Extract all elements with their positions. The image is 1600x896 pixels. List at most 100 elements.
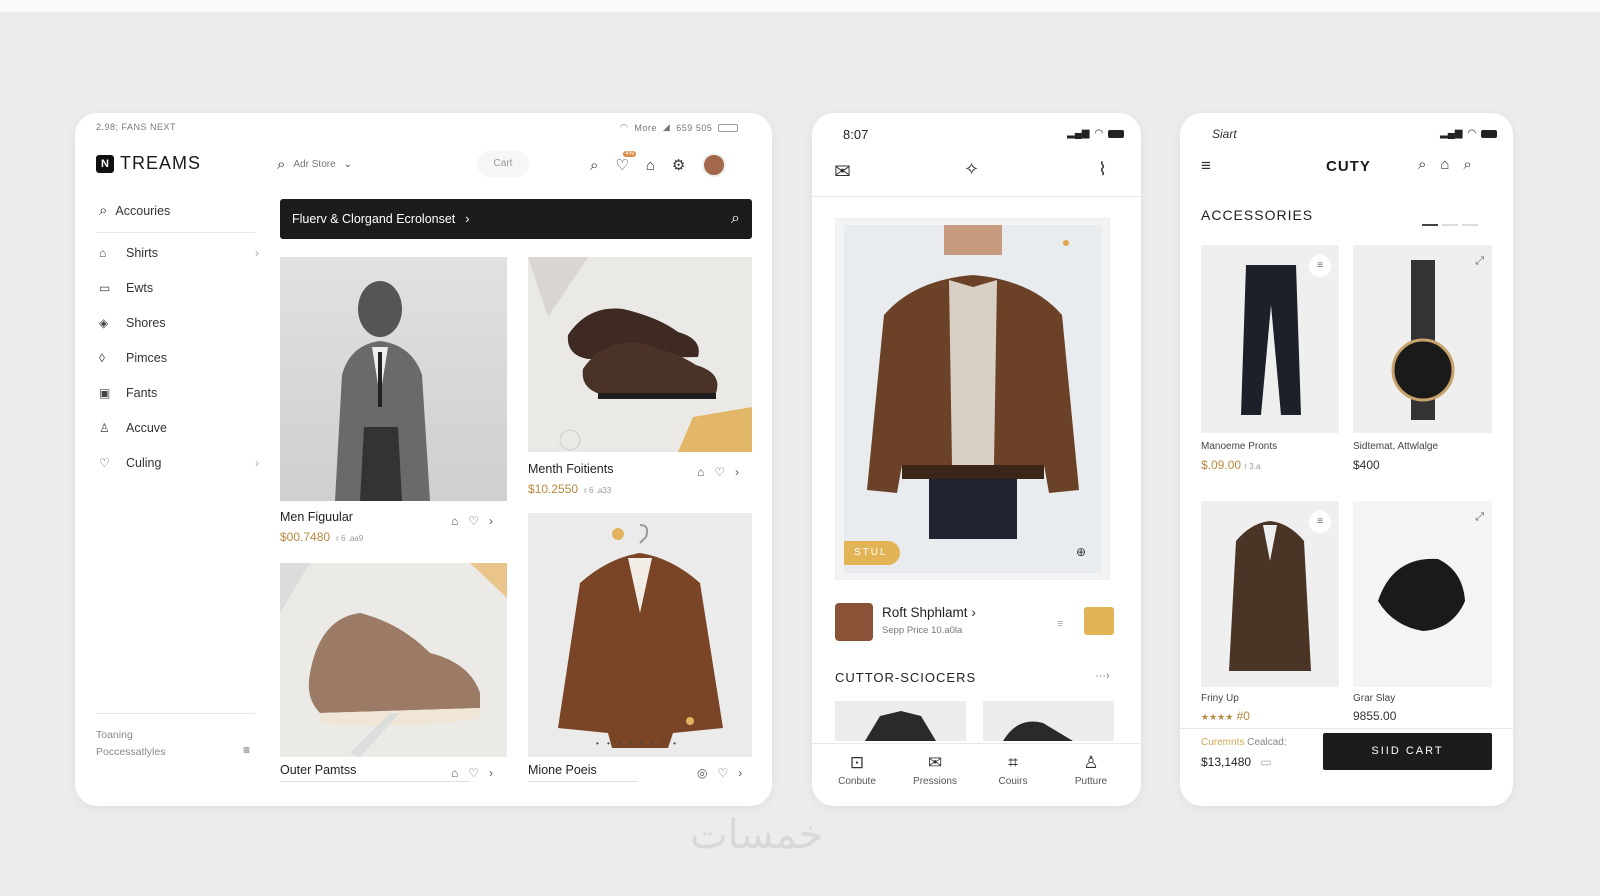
chevron-right-icon[interactable]: › [735,465,739,479]
hero-product[interactable]: STUL ⊕ [835,218,1110,580]
menu-icon[interactable]: ≡ [243,743,250,757]
menu-icon[interactable]: ≡ [1201,156,1211,176]
thumb-shoe[interactable] [983,701,1114,741]
section-pager[interactable] [1418,213,1478,231]
item-thumbnail[interactable] [835,603,873,641]
signal-icon: ▂▄▆ [1067,128,1090,139]
cart-chip[interactable]: Cart [477,151,529,177]
product-name[interactable]: Manoeme Pronts [1201,441,1277,452]
sidebar-footer-divider [96,713,255,714]
item-name-text: Roft Shphlamt [882,605,968,620]
phone2-card: Siart ▂▄▆ ◠ ≡ CUTY ⌕ ⌂ ⌕ ACCESSORIES ≡ ⤢ Ma… [1180,113,1513,806]
sidebar-item-shirts[interactable]: ⌂ Shirts › [99,246,259,260]
search-icon[interactable]: ⌕ [590,157,598,174]
product-name[interactable]: Men Figuular [280,510,353,524]
bag-icon[interactable]: ⌂ [1440,156,1449,173]
tab-pressions[interactable]: ✉ Pressions [900,753,970,787]
list-icon[interactable]: ≡ [1309,255,1331,277]
wishlist-icon[interactable]: ♡ [717,766,728,780]
sidebar-item-ewts[interactable]: ▭ Ewts [99,281,259,295]
search-icon[interactable]: ⌕ [731,210,740,228]
brand-logo-icon: N [96,154,114,173]
expand-icon[interactable]: ⤢ [1475,255,1484,268]
layout-icon[interactable]: ⌇ [1098,159,1107,180]
wishlist-icon[interactable]: ♡ [468,766,479,780]
carousel-dots[interactable]: • • • • • • • • [596,739,679,748]
thumb-suit[interactable] [835,701,966,741]
tab-putture[interactable]: ♙ Putture [1056,753,1126,787]
signal-icon: ▂▄▆ [1440,128,1463,139]
rating-stars: ★★★★ [1201,712,1234,722]
search-icon[interactable]: ⌕ [1463,156,1471,173]
bag-icon[interactable]: ⌂ [451,514,458,528]
search-icon[interactable]: ⌕ [1418,156,1426,173]
filter-icon[interactable]: ≡ [1057,618,1063,630]
chevron-right-icon[interactable]: › [489,514,493,528]
sidebar-search-label: Accouries [115,203,171,218]
brand[interactable]: N TREAMS [96,153,201,174]
bag-icon[interactable]: ⌂ [697,465,704,479]
sidebar-item-label: Shirts [126,246,158,260]
notification-icon[interactable]: ♡ 4% [615,151,637,174]
product-name[interactable]: Grar Slay [1353,693,1395,704]
hat-photo [1378,558,1465,631]
sidebar-item-shores[interactable]: ◈ Shores [99,316,259,330]
wifi-icon: ◠ [1467,128,1477,139]
product-image-coat[interactable]: ≡ [1201,501,1339,687]
bird-icon[interactable]: ✧ [964,159,979,180]
settings-icon[interactable]: ⚙ [672,156,685,174]
chevron-right-icon[interactable]: › [738,766,742,780]
product-underline [280,781,470,782]
product-image-men-jacket[interactable] [280,257,507,501]
bag-icon[interactable]: ⌂ [451,766,458,780]
product-name[interactable]: Menth Foitients [528,462,613,476]
add-to-cart-button[interactable]: SIID CART [1323,733,1492,770]
product-name[interactable]: Outer Pamtss [280,763,356,777]
product-image-brown-jacket[interactable]: • • • • • • • • [528,513,752,757]
tag-icon[interactable]: ◎ [697,766,707,780]
sidebar-item-culing[interactable]: ♡ Culing › [99,456,259,470]
card-icon: ▭ [1260,755,1272,769]
status-right: ◠ More ◢ 659 505 [620,122,739,133]
footer-total: $13,1480 ▭ [1201,755,1272,769]
product-image-sneaker[interactable] [280,563,507,757]
color-swatch[interactable] [1084,607,1114,635]
wishlist-icon[interactable]: ♡ [468,514,479,528]
sidebar-search[interactable]: ⌕ Accouries [99,202,170,219]
price-value: #0 [1236,709,1250,723]
product-image-hat[interactable]: ⤢ [1353,501,1492,687]
chevron-right-icon[interactable]: › [489,766,493,780]
tab-conbute[interactable]: ⊡ Conbute [822,753,892,787]
wifi-icon: ◠ [1094,128,1104,139]
avatar[interactable] [702,153,727,177]
shoes-photo [528,257,752,452]
stock-tag: STUL [844,541,900,565]
tag-icon: ◊ [99,351,105,365]
product-price: $.09.00 r 3.a [1201,458,1260,472]
more-icon[interactable]: ···› [1095,670,1110,682]
promo-banner[interactable]: Fluerv & Clorgand Ecrolonset › ⌕ [280,199,752,239]
expand-icon[interactable]: ⤢ [1475,511,1484,524]
share-icon[interactable]: ⊕ [1076,545,1086,559]
footer-line-2: Poccessatlyles [96,746,166,758]
product-name[interactable]: Sidtemat, Attwlalge [1353,441,1438,452]
sidebar-item-accuve[interactable]: ♙ Accuve [99,421,259,435]
item-name[interactable]: Roft Shphlamt › [882,605,976,620]
store-search[interactable]: ⌕ Adr Store ⌄ [277,156,352,173]
product-image-pants[interactable]: ≡ [1201,245,1339,433]
list-icon[interactable]: ≡ [1309,511,1331,533]
product-name[interactable]: Mione Poeis [528,763,597,777]
product-image-watch[interactable]: ⤢ [1353,245,1492,433]
product-image-shoes[interactable] [528,257,752,452]
brand-name[interactable]: CUTY [1326,158,1371,175]
tab-couirs[interactable]: ⌗ Couirs [978,753,1048,787]
shield-icon: ◈ [99,316,109,330]
mail-icon[interactable]: ✉ [834,159,851,184]
sidebar-item-fants[interactable]: ▣ Fants [99,386,259,400]
bag-icon[interactable]: ⌂ [646,157,655,174]
user-icon: ♙ [99,421,110,435]
wishlist-icon[interactable]: ♡ [714,465,725,479]
sidebar-item-pimces[interactable]: ◊ Pimces [99,351,259,365]
price-sub: r 6 .aa9 [336,534,364,543]
product-name[interactable]: Friny Up [1201,693,1239,704]
